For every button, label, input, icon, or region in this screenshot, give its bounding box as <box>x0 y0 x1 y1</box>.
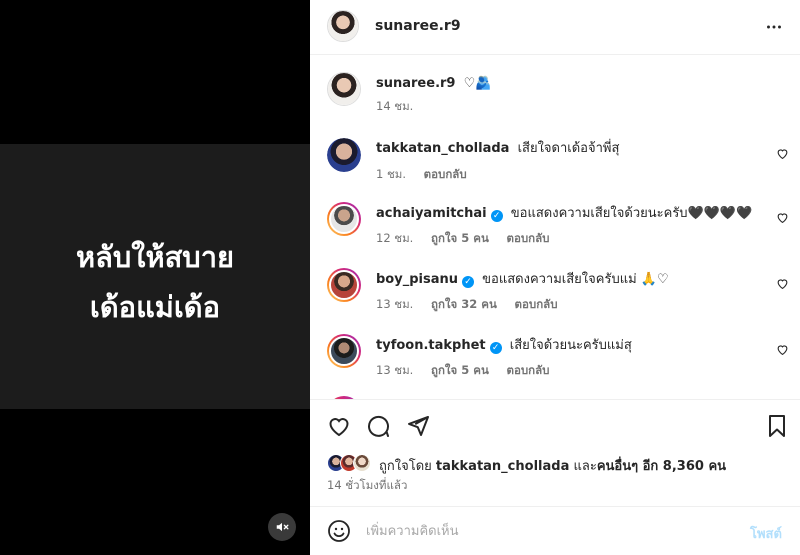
caption-body: ♡🫂 <box>463 76 492 91</box>
reply-button[interactable]: ตอบกลับ <box>507 363 550 377</box>
likes-prefix: ถูกใจโดย <box>379 459 432 474</box>
comment-time[interactable]: 13 ชม. <box>376 363 413 377</box>
comment-text: tyfoon.takphet ✓ เสียใจด้วยนะครับแม่สุ <box>376 337 632 355</box>
verified-badge-icon: ✓ <box>490 210 503 222</box>
add-comment-bar: โพสต์ <box>310 506 800 555</box>
post-timestamp[interactable]: 14 ชั่วโมงที่แล้ว <box>327 477 407 495</box>
comment-body: เสียใจด้วยนะครับแม่สุ <box>509 338 632 353</box>
bookmark-icon[interactable] <box>765 414 789 438</box>
mute-button[interactable] <box>268 513 296 541</box>
comment-time[interactable]: 12 ชม. <box>376 231 413 245</box>
caption-meta: 14 ชม. <box>376 98 427 116</box>
emoji-icon[interactable] <box>327 519 351 543</box>
comment-likes[interactable]: ถูกใจ 5 คน <box>431 363 489 377</box>
avatar[interactable] <box>327 334 361 368</box>
avatar[interactable] <box>327 72 361 106</box>
post-panel: sunaree.r9 sunaree.r9 ♡🫂 14 ชม. takkatan… <box>310 0 800 555</box>
reply-button[interactable]: ตอบกลับ <box>424 167 467 181</box>
comment-username[interactable]: takkatan_chollada <box>376 141 509 156</box>
instagram-post-view: หลับให้สบาย เด้อแม่เด้อ sunaree.r9 sunar… <box>0 0 800 555</box>
media-overlay-text: หลับให้สบาย เด้อแม่เด้อ <box>0 232 310 332</box>
heart-icon[interactable] <box>776 343 789 356</box>
comment-time[interactable]: 1 ชม. <box>376 167 406 181</box>
likes-others[interactable]: คนอื่นๆ อีก 8,360 คน <box>597 459 726 474</box>
heart-icon[interactable] <box>327 414 351 438</box>
avatar[interactable] <box>327 138 361 172</box>
avatar[interactable] <box>327 268 361 302</box>
share-icon[interactable] <box>406 414 430 438</box>
post-comment-button[interactable]: โพสต์ <box>750 523 782 544</box>
comment-username[interactable]: tyfoon.takphet <box>376 338 486 353</box>
comment-username[interactable]: achaiyamitchai <box>376 206 487 221</box>
comment-meta: 12 ชม. ถูกใจ 5 คน ตอบกลับ <box>376 230 564 248</box>
post-media[interactable]: หลับให้สบาย เด้อแม่เด้อ <box>0 0 310 555</box>
comment-username[interactable]: boy_pisanu <box>376 272 458 287</box>
media-text-line-2: เด้อแม่เด้อ <box>89 290 221 324</box>
comment-row: achaiyamitchai ✓ ขอแสดงความเสียใจด้วยนะคร… <box>310 200 800 256</box>
caption-text: sunaree.r9 ♡🫂 <box>376 75 491 93</box>
comment-likes[interactable]: ถูกใจ 5 คน <box>431 231 489 245</box>
media-text-card: หลับให้สบาย เด้อแม่เด้อ <box>0 144 310 409</box>
avatar <box>353 454 371 472</box>
media-text-line-1: หลับให้สบาย <box>76 240 234 274</box>
comment-text: achaiyamitchai ✓ ขอแสดงความเสียใจด้วยนะคร… <box>376 205 752 223</box>
comment-body: เสียใจดาเด้อจ้าพี่สุ <box>517 141 620 156</box>
avatar[interactable] <box>327 202 361 236</box>
likes-middle: และ <box>573 459 597 474</box>
comment-meta: 13 ชม. ถูกใจ 32 คน ตอบกลับ <box>376 296 572 314</box>
caption-username[interactable]: sunaree.r9 <box>376 76 455 91</box>
comment-text: boy_pisanu ✓ ขอแสดงความเสียใจครับแม่ 🙏♡ <box>376 271 669 289</box>
likes-text: ถูกใจโดย takkatan_chollada และคนอื่นๆ อี… <box>379 455 726 476</box>
comment-likes[interactable]: ถูกใจ 32 คน <box>431 297 497 311</box>
reply-button[interactable]: ตอบกลับ <box>515 297 558 311</box>
comment-body: ขอแสดงความเสียใจด้วยนะครับ🖤🖤🖤🖤 <box>510 206 753 221</box>
comment-row: takkatan_chollada เสียใจดาเด้อจ้าพี่สุ 1… <box>310 136 800 192</box>
comment-input[interactable] <box>366 519 736 543</box>
likes-user[interactable]: takkatan_chollada <box>436 459 569 474</box>
comment-row: tyfoon.takphet ✓ เสียใจด้วยนะครับแม่สุ 13… <box>310 332 800 388</box>
comment-meta: 1 ชม. ตอบกลับ <box>376 166 481 184</box>
heart-icon[interactable] <box>776 211 789 224</box>
comment-icon[interactable] <box>366 414 390 438</box>
avatar[interactable] <box>327 10 359 42</box>
heart-icon[interactable] <box>776 147 789 160</box>
comment-row: boy_pisanu ✓ ขอแสดงความเสียใจครับแม่ 🙏♡ 1… <box>310 266 800 322</box>
verified-badge-icon: ✓ <box>462 276 474 288</box>
reply-button[interactable]: ตอบกลับ <box>507 231 550 245</box>
heart-icon[interactable] <box>776 277 789 290</box>
comment-text: takkatan_chollada เสียใจดาเด้อจ้าพี่สุ <box>376 140 619 158</box>
verified-badge-icon: ✓ <box>489 342 502 354</box>
post-header: sunaree.r9 <box>310 0 800 55</box>
comments-list[interactable]: sunaree.r9 ♡🫂 14 ชม. takkatan_chollada เ… <box>310 56 800 399</box>
caption-row: sunaree.r9 ♡🫂 14 ชม. <box>310 72 800 132</box>
comment-meta: 13 ชม. ถูกใจ 5 คน ตอบกลับ <box>376 362 564 380</box>
post-actions: ถูกใจโดย takkatan_chollada และคนอื่นๆ อี… <box>310 400 800 500</box>
comment-body: ขอแสดงความเสียใจครับแม่ 🙏♡ <box>482 272 669 287</box>
more-horizontal-icon[interactable] <box>762 16 786 38</box>
speaker-muted-icon <box>276 522 289 532</box>
comment-time[interactable]: 13 ชม. <box>376 297 413 311</box>
caption-time[interactable]: 14 ชม. <box>376 99 413 113</box>
header-username[interactable]: sunaree.r9 <box>375 18 461 34</box>
